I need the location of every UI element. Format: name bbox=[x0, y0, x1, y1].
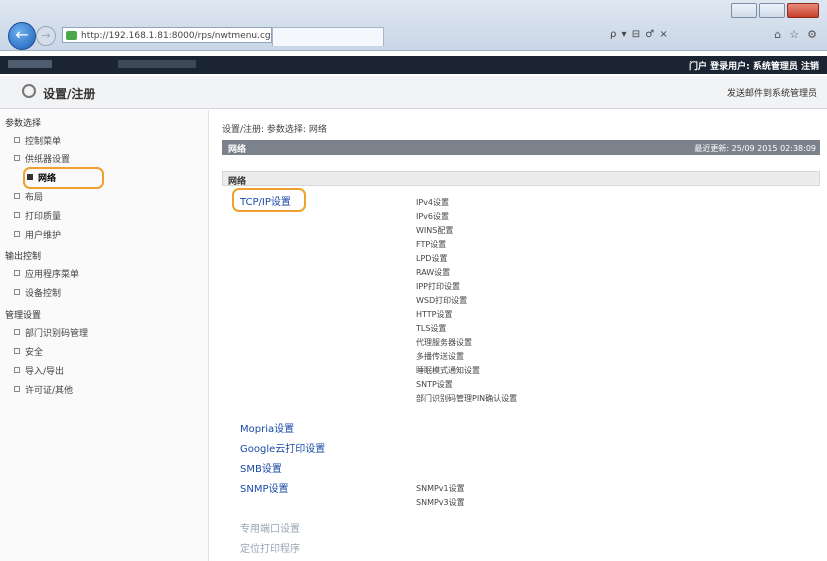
section-header: 网络 最近更新: 25/09 2015 02:38:09 bbox=[222, 140, 820, 155]
bullet-icon bbox=[14, 348, 20, 354]
sidebar-item-print-quality[interactable]: 打印质量 bbox=[14, 209, 61, 222]
sidebar-section-management: 管理设置 bbox=[5, 311, 42, 321]
ipv4-settings-link[interactable]: IPv4设置 bbox=[416, 197, 449, 208]
multicast-settings-link[interactable]: 多播传送设置 bbox=[416, 351, 464, 362]
ftp-settings-link[interactable]: FTP设置 bbox=[416, 239, 446, 250]
snmpv1-settings-link[interactable]: SNMPv1设置 bbox=[416, 483, 465, 494]
highlight-network bbox=[23, 167, 104, 189]
ipp-settings-link[interactable]: IPP打印设置 bbox=[416, 281, 460, 292]
forward-arrow-icon[interactable]: → bbox=[36, 26, 56, 46]
window-controls bbox=[731, 3, 819, 18]
bullet-icon bbox=[14, 193, 20, 199]
proxy-settings-link[interactable]: 代理服务器设置 bbox=[416, 337, 472, 348]
minimize-button[interactable] bbox=[731, 3, 757, 18]
section-title: 网络 bbox=[228, 145, 247, 155]
back-arrow-icon[interactable]: ← bbox=[8, 22, 36, 50]
close-window-button[interactable] bbox=[787, 3, 819, 18]
page-title: 设置/注册 bbox=[43, 87, 96, 101]
sidebar-item-label: 设备控制 bbox=[25, 289, 62, 299]
bullet-icon bbox=[14, 367, 20, 373]
google-cloud-print-link[interactable]: Google云打印设置 bbox=[240, 440, 325, 455]
bullet-icon bbox=[14, 231, 20, 237]
wsd-settings-link[interactable]: WSD打印设置 bbox=[416, 295, 467, 306]
sidebar-item-label: 导入/导出 bbox=[25, 367, 65, 377]
highlight-tcpip bbox=[232, 188, 306, 212]
bullet-icon bbox=[14, 270, 20, 276]
address-bar[interactable]: http://192.168.1.81:8000/rps/nwtmenu.cgi bbox=[62, 27, 272, 43]
sidebar-item-label: 部门识别码管理 bbox=[25, 329, 89, 339]
sidebar-item-label: 打印质量 bbox=[25, 212, 62, 222]
snmp-settings-link[interactable]: SNMP设置 bbox=[240, 480, 289, 495]
mopria-settings-link[interactable]: Mopria设置 bbox=[240, 420, 294, 435]
sidebar-item-label: 许可证/其他 bbox=[25, 386, 74, 396]
sidebar-item-label: 安全 bbox=[25, 348, 44, 358]
breadcrumb: 设置/注册: 参数选择: 网络 bbox=[222, 125, 327, 135]
wins-settings-link[interactable]: WINS配置 bbox=[416, 225, 453, 236]
device-name bbox=[118, 60, 196, 68]
tls-settings-link[interactable]: TLS设置 bbox=[416, 323, 446, 334]
gear-icon[interactable]: ⚙ bbox=[807, 28, 817, 41]
lpd-settings-link[interactable]: LPD设置 bbox=[416, 253, 447, 264]
site-icon bbox=[66, 31, 77, 40]
sidebar-item-label: 布局 bbox=[25, 193, 44, 203]
raw-settings-link[interactable]: RAW设置 bbox=[416, 267, 450, 278]
bullet-icon bbox=[14, 329, 20, 335]
sidebar-item-label: 控制菜单 bbox=[25, 137, 62, 147]
faded-link[interactable]: 定位打印程序 bbox=[240, 540, 300, 555]
sidebar-item-layout[interactable]: 布局 bbox=[14, 190, 43, 203]
sidebar-item-license[interactable]: 许可证/其他 bbox=[14, 383, 73, 396]
sntp-settings-link[interactable]: SNTP设置 bbox=[416, 379, 453, 390]
ipv6-settings-link[interactable]: IPv6设置 bbox=[416, 211, 449, 222]
settings-icon bbox=[22, 84, 36, 98]
app-header: 门户 登录用户: 系统管理员 注销 bbox=[0, 56, 827, 74]
brand-logo bbox=[8, 60, 52, 68]
sidebar-section-preferences: 参数选择 bbox=[5, 119, 42, 129]
subsection-title: 网络 bbox=[228, 177, 247, 187]
sidebar-item-device-control[interactable]: 设备控制 bbox=[14, 286, 61, 299]
bullet-icon bbox=[14, 212, 20, 218]
home-icon[interactable]: ⌂ bbox=[774, 28, 781, 41]
mail-admin-link[interactable]: 发送邮件到系统管理员 bbox=[727, 86, 817, 99]
bullet-icon bbox=[14, 289, 20, 295]
browser-chrome: ← → http://192.168.1.81:8000/rps/nwtmenu… bbox=[0, 0, 827, 51]
sidebar-item-control-menu[interactable]: 控制菜单 bbox=[14, 134, 61, 147]
smb-settings-link[interactable]: SMB设置 bbox=[240, 460, 282, 475]
sidebar-item-label: 应用程序菜单 bbox=[25, 270, 80, 280]
sidebar-item-import-export[interactable]: 导入/导出 bbox=[14, 364, 64, 377]
favorites-star-icon[interactable]: ☆ bbox=[789, 28, 799, 41]
browser-tab[interactable] bbox=[272, 27, 384, 46]
bullet-icon bbox=[14, 137, 20, 143]
last-updated: 最近更新: 25/09 2015 02:38:09 bbox=[694, 144, 816, 153]
header-links[interactable]: 门户 登录用户: 系统管理员 注销 bbox=[689, 59, 819, 72]
bullet-icon bbox=[14, 155, 20, 161]
sidebar-item-label: 用户维护 bbox=[25, 231, 62, 241]
browser-icons: ⌂ ☆ ⚙ bbox=[774, 28, 817, 41]
sidebar-item-app-menu[interactable]: 应用程序菜单 bbox=[14, 267, 79, 280]
sidebar-item-security[interactable]: 安全 bbox=[14, 345, 43, 358]
address-text: http://192.168.1.81:8000/rps/nwtmenu.cgi bbox=[81, 31, 272, 41]
maximize-button[interactable] bbox=[759, 3, 785, 18]
sidebar-item-paper-feeder[interactable]: 供纸器设置 bbox=[14, 152, 70, 165]
title-bar: 设置/注册 发送邮件到系统管理员 bbox=[0, 76, 827, 109]
dedicated-port-link[interactable]: 专用端口设置 bbox=[240, 520, 300, 535]
sidebar-item-dept-id[interactable]: 部门识别码管理 bbox=[14, 326, 88, 339]
http-settings-link[interactable]: HTTP设置 bbox=[416, 309, 452, 320]
address-tools[interactable]: ρ ▾ ⊟ ♂ × bbox=[610, 29, 669, 40]
sleep-notify-settings-link[interactable]: 睡眠模式通知设置 bbox=[416, 365, 480, 376]
subsection-header: 网络 bbox=[222, 171, 820, 187]
bullet-icon bbox=[14, 386, 20, 392]
sidebar-item-user-maintenance[interactable]: 用户维护 bbox=[14, 228, 61, 241]
sidebar-item-label: 供纸器设置 bbox=[25, 155, 71, 165]
snmpv3-settings-link[interactable]: SNMPv3设置 bbox=[416, 497, 465, 508]
sidebar-section-output: 输出控制 bbox=[5, 252, 42, 262]
dept-pin-settings-link[interactable]: 部门识别码管理PIN确认设置 bbox=[416, 393, 517, 404]
